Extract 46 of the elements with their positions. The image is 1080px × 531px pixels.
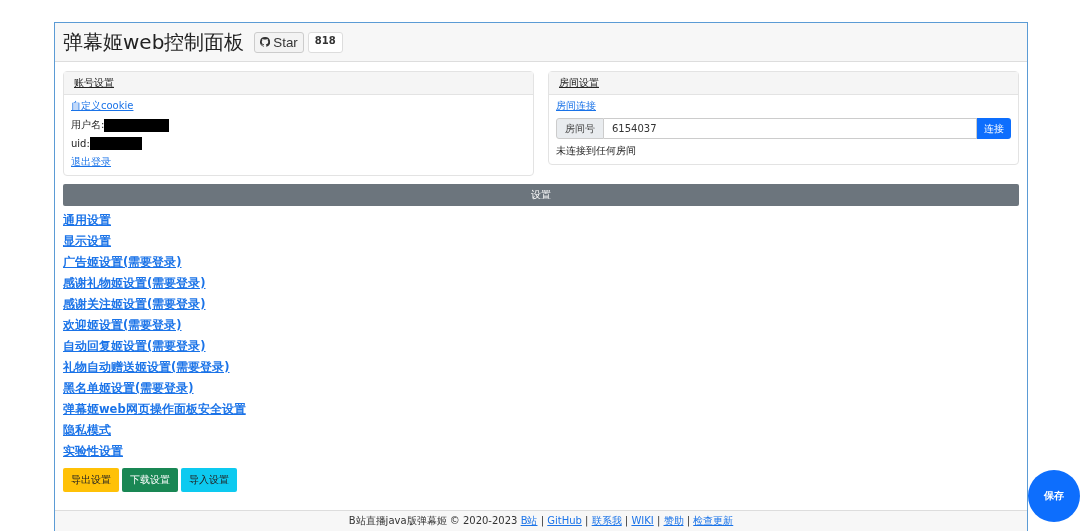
settings-link[interactable]: 广告姬设置(需要登录) xyxy=(63,254,182,271)
settings-link[interactable]: 通用设置 xyxy=(63,212,111,229)
settings-link[interactable]: 礼物自动赠送姬设置(需要登录) xyxy=(63,359,230,376)
footer-link[interactable]: B站 xyxy=(520,515,538,526)
logout-link[interactable]: 退出登录 xyxy=(71,155,526,169)
settings-action-button[interactable]: 下载设置 xyxy=(122,468,178,492)
settings-bar[interactable]: 设置 xyxy=(63,184,1019,206)
footer-link[interactable]: 检查更新 xyxy=(693,515,734,526)
uid-label: uid: xyxy=(71,138,90,149)
room-number-field[interactable]: 6154037 xyxy=(604,118,977,139)
page-title: 弹幕姬web控制面板 xyxy=(63,28,245,56)
settings-link[interactable]: 实验性设置 xyxy=(63,443,123,460)
save-button[interactable]: 保存 xyxy=(1028,470,1080,522)
custom-cookie-link[interactable]: 自定义cookie xyxy=(71,99,526,113)
star-count: 818 xyxy=(307,31,343,53)
footer-text: B站直播java版弹幕姬 © 2020-2023 xyxy=(348,515,518,526)
settings-link[interactable]: 隐私模式 xyxy=(63,422,111,439)
footer-link[interactable]: WIKI xyxy=(631,515,654,526)
room-number-label: 房间号 xyxy=(556,118,604,139)
settings-action-button[interactable]: 导入设置 xyxy=(181,468,237,492)
github-star-button[interactable]: Star xyxy=(254,31,304,53)
footer-link[interactable]: 赞助 xyxy=(663,515,684,526)
github-icon xyxy=(260,37,271,47)
card-header: 账号设置 xyxy=(64,72,533,95)
settings-link[interactable]: 感谢关注姬设置(需要登录) xyxy=(63,296,206,313)
room-connect-link[interactable]: 房间连接 xyxy=(556,99,1011,113)
footer-separator: | xyxy=(686,515,691,526)
footer-separator: | xyxy=(624,515,629,526)
settings-link[interactable]: 黑名单姬设置(需要登录) xyxy=(63,380,194,397)
settings-link[interactable]: 显示设置 xyxy=(63,233,111,250)
footer-link[interactable]: GitHub xyxy=(547,515,582,526)
settings-link[interactable]: 弹幕姬web网页操作面板安全设置 xyxy=(63,401,246,418)
username-label: 用户名: xyxy=(71,118,105,132)
footer-link[interactable]: 联系我 xyxy=(591,515,622,526)
settings-action-button[interactable]: 导出设置 xyxy=(63,468,119,492)
footer-separator: | xyxy=(540,515,545,526)
footer-separator: | xyxy=(656,515,661,526)
card-header: 房间设置 xyxy=(549,72,1018,95)
footer-separator: | xyxy=(585,515,589,526)
connect-button[interactable]: 连接 xyxy=(977,118,1011,139)
settings-link[interactable]: 自动回复姬设置(需要登录) xyxy=(63,338,206,355)
settings-link[interactable]: 感谢礼物姬设置(需要登录) xyxy=(63,275,206,292)
settings-link[interactable]: 欢迎姬设置(需要登录) xyxy=(63,317,182,334)
connection-status: 未连接到任何房间 xyxy=(556,144,637,158)
redaction-block xyxy=(104,118,170,132)
redaction-block xyxy=(89,137,142,150)
